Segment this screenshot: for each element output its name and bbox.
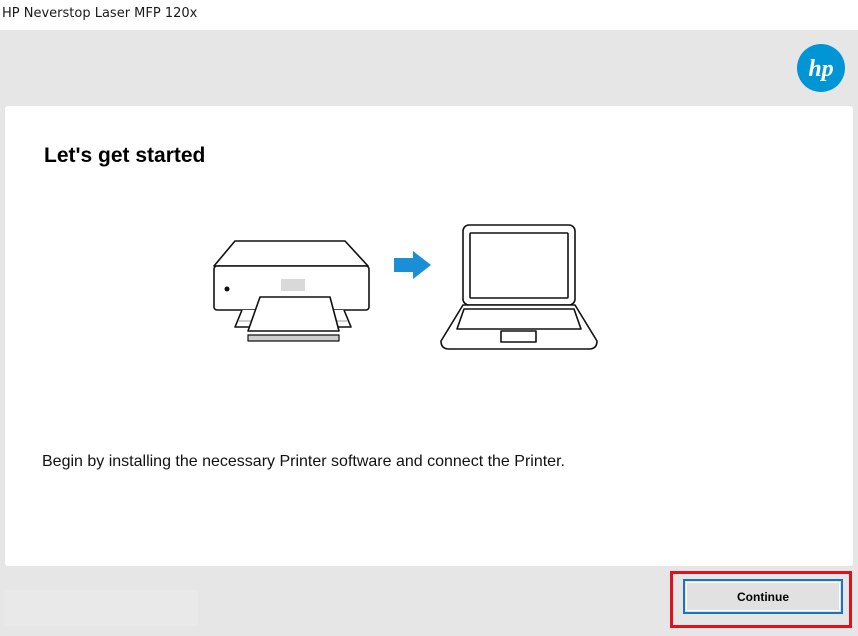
footer-left-area [4,590,198,626]
hp-logo-text: hp [808,56,833,82]
page-title: Let's get started [44,144,206,167]
arrow-right-icon [394,251,431,279]
setup-illustration [213,224,598,350]
continue-button[interactable]: Continue [683,579,843,614]
laptop-icon [440,224,598,350]
printer-icon [213,240,370,342]
instruction-text: Begin by installing the necessary Printe… [42,453,565,470]
hp-logo: hp [797,44,845,92]
title-bar: HP Neverstop Laser MFP 120x [0,0,858,30]
window-title: HP Neverstop Laser MFP 120x [2,6,198,21]
main-panel: Let's get started Begin by installing th… [5,106,853,566]
